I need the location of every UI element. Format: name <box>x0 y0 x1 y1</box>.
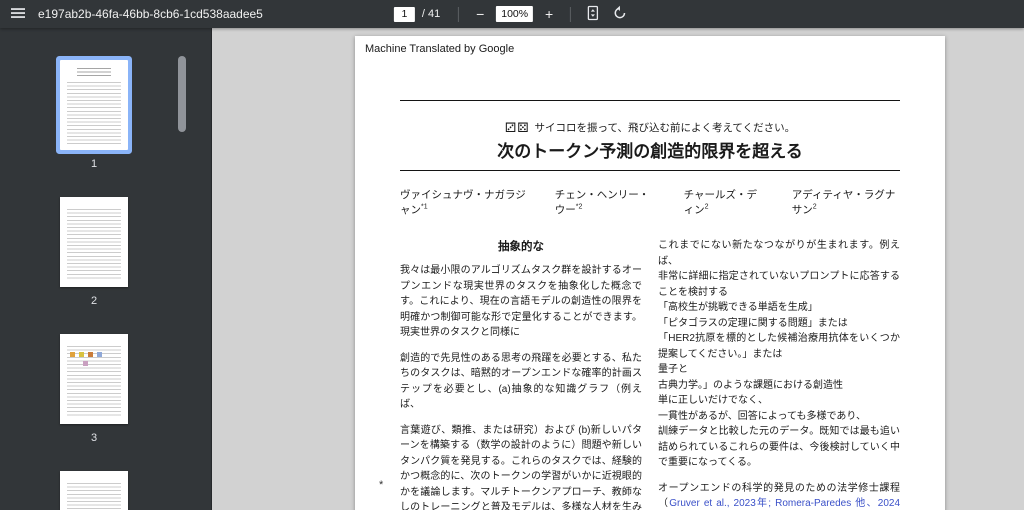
zoom-in-button[interactable]: + <box>540 4 558 24</box>
paragraph: オープンエンドの科学的発見のための法学修士課程（Gruver et al., 2… <box>658 481 900 510</box>
two-column-text: 抽象的な我々は最小限のアルゴリズムタスク群を設計するオープンエンドな現実世界のタ… <box>400 238 900 510</box>
page-count-label: / 41 <box>421 8 441 20</box>
thumbnail-image[interactable] <box>60 334 128 424</box>
author-name: チェン・ヘンリー・ウー*2 <box>554 189 650 216</box>
paper-title: 次のトークン予測の創造的限界を超える <box>497 142 803 161</box>
fit-page-button[interactable] <box>583 4 603 24</box>
rotate-button[interactable] <box>610 4 630 24</box>
paragraph: 我々は最小限のアルゴリズムタスク群を設計するオープンエンドな現実世界のタスクを抽… <box>400 263 642 341</box>
text-run: 創造的で先見性のある思考の飛躍を必要とする、私たちのタスクは、暗黙的オープンエン… <box>400 352 642 411</box>
text-run: 「ピタゴラスの定理に関する問題」または <box>658 317 848 329</box>
paragraph: これまでにない新たなつながりが生まれます。例えば、 非常に詳細に指定されていないプ… <box>658 238 900 471</box>
menu-button[interactable] <box>8 4 28 24</box>
authors-row: ヴァイシュナヴ・ナガラジャン*1 チェン・ヘンリー・ウー*2 チャールズ・ディン2 ア… <box>400 187 900 217</box>
text-run: 言葉遊び、類推、または研究）および (b)新しいパターンを構築する（数学の設計の… <box>400 424 642 510</box>
document-title: e197ab2b-46fa-46bb-8cb6-1cd538aadee5 <box>38 7 263 21</box>
author-name: ヴァイシュナヴ・ナガラジャン*1 <box>400 189 526 216</box>
sidebar-scrollbar[interactable] <box>178 56 186 132</box>
dice-note-text: サイコロを振って、飛び込む前によく考えてください。 <box>534 122 796 134</box>
thumbnail-number: 3 <box>90 432 98 444</box>
zoom-level[interactable]: 100% <box>496 6 534 22</box>
text-run: 訓練データと比較した元のデータ。既知では最も追い詰められているこれらの要件は、今… <box>658 426 900 468</box>
dice-icon: ⚂⚄ <box>504 120 530 135</box>
thumbnail-number: 1 <box>90 158 98 170</box>
right-column: これまでにない新たなつながりが生まれます。例えば、 非常に詳細に指定されていないプ… <box>658 238 900 510</box>
author-name: チャールズ・ディン2 <box>683 189 757 216</box>
text-run: 「HER2抗原を標的とした候補治療用抗体をいくつか提案してください。」または <box>658 333 900 360</box>
author-name: アディティヤ・ラグナサン2 <box>791 189 896 216</box>
abstract-heading: 抽象的な <box>498 241 544 253</box>
text-run: 非常に詳細に指定されていないプロンプトに応答することを検討する <box>658 271 900 298</box>
pdf-viewer-app: e197ab2b-46fa-46bb-8cb6-1cd538aadee5 / 4… <box>0 0 1024 510</box>
text-run: 一貫性があるが、回答によっても多様であり、 <box>658 410 866 422</box>
fit-page-icon <box>585 5 601 24</box>
paragraph: 創造的で先見性のある思考の飛躍を必要とする、私たちのタスクは、暗黙的オープンエン… <box>400 351 642 413</box>
zoom-out-button[interactable]: − <box>471 4 489 24</box>
thumbnail-number: 2 <box>90 295 98 307</box>
text-run: これまでにない新たなつながりが生まれます。例えば、 <box>658 240 900 267</box>
toolbar-separator <box>570 6 572 22</box>
pdf-viewport[interactable]: Machine Translated by Google ⚂⚄ サイコロを振って、… <box>212 28 1024 510</box>
rotate-icon <box>612 5 628 24</box>
title-rule-bottom <box>400 170 900 171</box>
title-rule-top <box>400 100 900 101</box>
thumbnail-image[interactable] <box>60 197 128 287</box>
thumbnail-page-3[interactable]: 3 <box>60 334 128 444</box>
left-column: 抽象的な我々は最小限のアルゴリズムタスク群を設計するオープンエンドな現実世界のタ… <box>400 238 642 510</box>
text-run: 古典力学。」のような課題における創造性 <box>658 379 843 391</box>
thumbnail-sidebar: 1 2 3 4 <box>0 28 212 510</box>
hamburger-icon <box>10 5 26 24</box>
citation-link[interactable]: Gruver et al., 2023年; Romera-Paredes 他、2… <box>658 498 900 510</box>
watermark-text: Machine Translated by Google <box>365 43 515 55</box>
text-run: 我々は最小限のアルゴリズムタスク群を設計するオープンエンドな現実世界のタスクを抽… <box>400 265 642 338</box>
dice-note-line: ⚂⚄ サイコロを振って、飛び込む前によく考えてください。 <box>400 119 900 135</box>
thumbnail-page-4[interactable]: 4 <box>60 471 128 510</box>
thumbnail-image[interactable] <box>60 471 128 510</box>
toolbar-separator <box>458 6 460 22</box>
pdf-page: Machine Translated by Google ⚂⚄ サイコロを振って、… <box>355 36 945 510</box>
text-run: 単に正しいだけでなく、 <box>658 395 768 406</box>
footnote-marker: * <box>379 479 384 491</box>
text-run: 量子と <box>658 364 688 375</box>
text-run: 「高校生が挑戦できる単語を生成」 <box>658 302 818 313</box>
page-number-input[interactable] <box>393 6 415 22</box>
thumbnail-image[interactable] <box>60 60 128 150</box>
thumbnail-page-1[interactable]: 1 <box>60 60 128 170</box>
paragraph: 言葉遊び、類推、または研究）および (b)新しいパターンを構築する（数学の設計の… <box>400 423 642 510</box>
thumbnail-page-2[interactable]: 2 <box>60 197 128 307</box>
toolbar: e197ab2b-46fa-46bb-8cb6-1cd538aadee5 / 4… <box>0 0 1024 28</box>
